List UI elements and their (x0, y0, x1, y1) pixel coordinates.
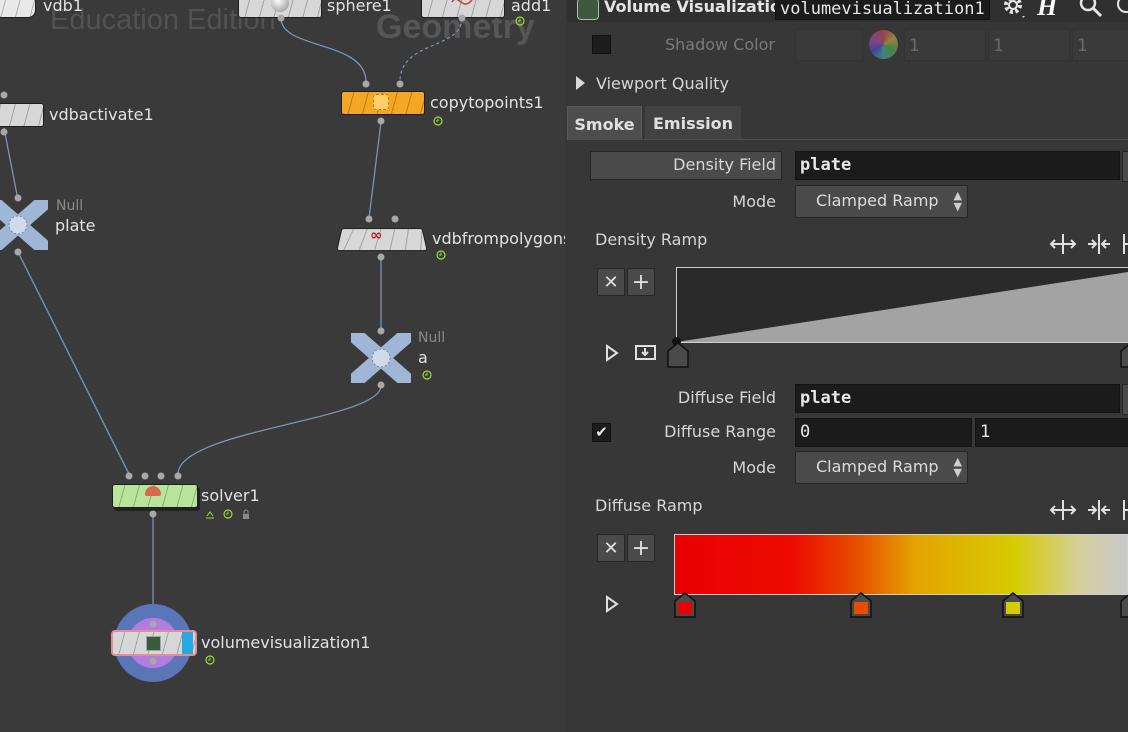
diffuse-mode-label: Mode (732, 458, 776, 477)
color-wheel-icon[interactable] (869, 30, 898, 59)
diffuse-field-input[interactable]: plate (795, 384, 1120, 413)
viewport-quality-folder[interactable]: Viewport Quality (596, 74, 729, 93)
density-ramp-label: Density Ramp (595, 230, 708, 249)
diffuse-range-checkbox[interactable]: ✔ (592, 423, 611, 442)
diffuse-range-min-field[interactable]: 0 (795, 418, 972, 447)
search-icon[interactable] (1077, 0, 1105, 20)
shadow-color-swatch[interactable] (795, 29, 863, 61)
shadow-b-field[interactable]: 1 (1072, 29, 1128, 61)
houdini-help-icon[interactable]: H (1037, 0, 1057, 22)
diffuse-field-label: Diffuse Field (677, 388, 776, 407)
density-ramp-key-1[interactable] (1119, 342, 1128, 368)
density-mode-value: Clamped Ramp (816, 191, 939, 210)
diffuse-ramp-delete-button[interactable]: ✕ (597, 534, 625, 562)
shadow-g-field[interactable]: 1 (988, 29, 1070, 61)
density-mode-label: Mode (732, 192, 776, 211)
diffuse-ramp-label: Diffuse Ramp (595, 496, 703, 515)
density-ramp-key-0[interactable] (666, 342, 690, 368)
density-field-menu-button[interactable] (1122, 151, 1128, 182)
diffuse-ramp-add-button[interactable]: + (627, 534, 655, 562)
ramp-spread-icon[interactable] (1049, 230, 1077, 258)
ramp-spread-icon[interactable] (1049, 496, 1077, 524)
density-field-label: Density Field (673, 155, 776, 174)
collapse-arrow-icon[interactable] (576, 76, 585, 90)
tab-smoke[interactable]: Smoke (567, 106, 642, 139)
ramp-sample-icon[interactable] (635, 344, 657, 362)
diffuse-ramp-key-orange[interactable] (849, 592, 873, 618)
ramp-align-icon[interactable] (1085, 230, 1113, 258)
shadow-color-label: Shadow Color (665, 35, 775, 54)
diffuse-range-label: Diffuse Range (664, 422, 776, 441)
info-icon[interactable] (1114, 0, 1128, 20)
network-editor[interactable]: Education Edition Geometry vdb1 sphere1 … (0, 0, 565, 732)
shadow-r-field[interactable]: 1 (904, 29, 986, 61)
ramp-align-icon[interactable] (1085, 496, 1113, 524)
tab-body-border (567, 139, 1128, 140)
expand-arrow-icon[interactable] (604, 595, 620, 613)
density-mode-dropdown[interactable]: Clamped Ramp ▲ ▼ (795, 185, 968, 218)
density-ramp-add-button[interactable]: + (627, 268, 655, 296)
density-ramp-graph[interactable] (676, 267, 1128, 343)
diffuse-ramp-gradient[interactable] (674, 534, 1128, 595)
node-connectors (0, 14, 466, 665)
dropdown-arrows-icon: ▲ ▼ (953, 189, 962, 213)
gear-icon[interactable] (1000, 0, 1028, 20)
node-name-field[interactable]: volumevisualization1 (775, 0, 990, 20)
diffuse-ramp-key-red[interactable] (673, 592, 697, 618)
diffuse-field-menu-button[interactable] (1122, 384, 1128, 415)
diffuse-ramp-key-yellow[interactable] (1001, 592, 1025, 618)
ramp-more-icon[interactable] (1120, 230, 1128, 258)
shadow-color-toggle[interactable] (592, 35, 611, 54)
density-ramp-delete-button[interactable]: ✕ (597, 268, 625, 296)
node-type-icon (577, 0, 599, 20)
tab-emission[interactable]: Emission (645, 106, 741, 139)
expand-arrow-icon[interactable] (604, 344, 620, 362)
diffuse-mode-dropdown[interactable]: Clamped Ramp ▲ ▼ (795, 451, 968, 484)
density-field-input[interactable]: plate (795, 151, 1120, 180)
diffuse-mode-value: Clamped Ramp (816, 457, 939, 476)
diffuse-ramp-key-end[interactable] (1119, 592, 1128, 618)
node-type-label: Volume Visualization (604, 0, 793, 16)
ramp-more-icon[interactable] (1120, 496, 1128, 524)
diffuse-range-max-field[interactable]: 1 (975, 418, 1128, 447)
dropdown-arrows-icon: ▲ ▼ (953, 455, 962, 479)
